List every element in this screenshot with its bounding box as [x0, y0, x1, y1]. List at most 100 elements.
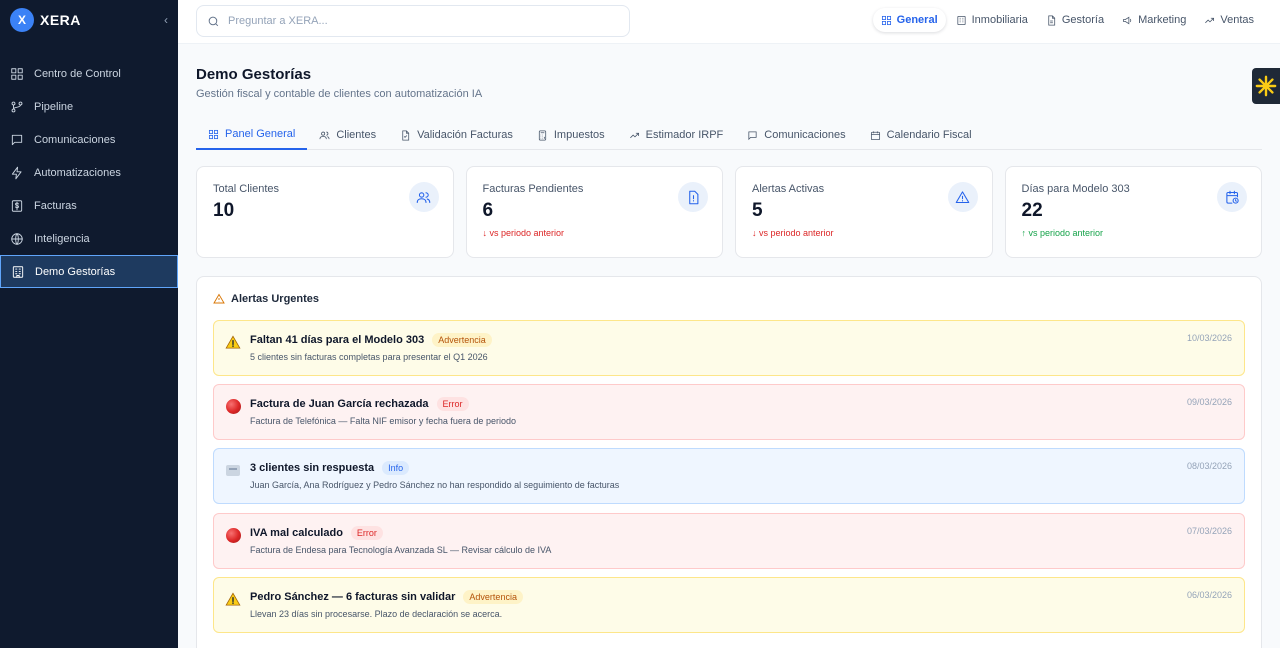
warning-sign-icon	[225, 591, 241, 607]
alert-item[interactable]: IVA mal calculado Error Factura de Endes…	[213, 513, 1245, 569]
tab-estimador-irpf[interactable]: Estimador IRPF	[617, 120, 736, 150]
alert-item[interactable]: Faltan 41 días para el Modelo 303 Advert…	[213, 320, 1245, 376]
tab-label: Impuestos	[553, 129, 605, 141]
alert-description: Juan García, Ana Rodríguez y Pedro Sánch…	[250, 480, 620, 490]
tab-label: Clientes	[336, 129, 377, 141]
file-icon	[1048, 15, 1055, 25]
sidebar: X XERA ‹ Centro de Control Pipeline Comu…	[0, 0, 178, 648]
stat-card-total-clientes: Total Clientes 10	[196, 166, 454, 258]
stats-row: Total Clientes 10 Facturas Pendientes 6 …	[196, 166, 1262, 258]
dollar-receipt-icon	[11, 199, 23, 212]
tab-label: Inmobiliaria	[971, 14, 1028, 26]
tab-label: Gestoría	[1061, 14, 1105, 26]
collapse-sidebar-icon[interactable]: ‹	[164, 13, 168, 27]
domain-tabs: General Inmobiliaria Gestoría Marketing …	[872, 8, 1262, 32]
sidebar-item-pipeline[interactable]: Pipeline	[0, 90, 178, 123]
sidebar-item-label: Comunicaciones	[34, 133, 116, 146]
stat-card-dias-modelo-303: Días para Modelo 303 22 ↑ vs periodo ant…	[1004, 166, 1262, 258]
tab-label: Ventas	[1220, 14, 1254, 26]
alert-badge: Info	[382, 461, 410, 475]
trending-up-icon	[1205, 17, 1215, 23]
alert-badge: Error	[350, 526, 383, 540]
trend-label: vs periodo anterior	[489, 228, 565, 238]
alert-badge: Error	[436, 397, 469, 411]
stat-trend: ↓ vs periodo anterior	[752, 228, 992, 238]
sidebar-item-label: Automatizaciones	[34, 166, 121, 179]
sidebar-item-demo-gestorias[interactable]: Demo Gestorías	[0, 255, 178, 288]
building-icon	[957, 15, 966, 25]
arrow-up-icon: ↑	[1021, 228, 1029, 238]
sidebar-item-automatizaciones[interactable]: Automatizaciones	[0, 156, 178, 189]
tab-impuestos[interactable]: Impuestos	[525, 120, 617, 150]
arrow-down-icon: ↓	[482, 228, 490, 238]
search-box[interactable]	[196, 5, 630, 37]
tab-validacion-facturas[interactable]: Validación Facturas	[388, 120, 525, 150]
tab-label: Estimador IRPF	[645, 129, 724, 141]
alerts-heading-label: Alertas Urgentes	[231, 293, 320, 305]
alert-item[interactable]: Factura de Juan García rechazada Error F…	[213, 384, 1245, 440]
sparkle-icon	[1255, 75, 1277, 97]
tab-label: Marketing	[1138, 14, 1187, 26]
brand: X XERA ‹	[10, 8, 168, 32]
calendar-icon	[870, 130, 880, 140]
calculator-icon	[538, 130, 546, 140]
sidebar-item-comunicaciones[interactable]: Comunicaciones	[0, 123, 178, 156]
grid-icon	[208, 129, 219, 139]
tab-ventas[interactable]: Ventas	[1196, 8, 1262, 32]
tab-label: Calendario Fiscal	[886, 129, 972, 141]
alert-title: 3 clientes sin respuesta	[250, 462, 375, 474]
sidebar-item-label: Demo Gestorías	[35, 265, 116, 278]
dashboard-icon	[11, 67, 23, 80]
tab-marketing[interactable]: Marketing	[1114, 8, 1194, 32]
alert-triangle-icon	[213, 293, 225, 304]
assistant-launcher[interactable]	[1252, 68, 1280, 104]
tab-gestoria[interactable]: Gestoría	[1038, 8, 1112, 32]
sidebar-item-label: Facturas	[34, 199, 77, 212]
app-logo[interactable]: X	[10, 8, 34, 32]
tab-panel-general[interactable]: Panel General	[196, 120, 308, 150]
arrow-down-icon: ↓	[752, 228, 760, 238]
tab-clientes[interactable]: Clientes	[307, 120, 388, 150]
sidebar-nav: Centro de Control Pipeline Comunicacione…	[0, 57, 178, 288]
sidebar-item-facturas[interactable]: Facturas	[0, 189, 178, 222]
trend-label: vs periodo anterior	[1028, 228, 1104, 238]
tab-label: Validación Facturas	[417, 129, 513, 141]
file-alert-icon	[678, 182, 708, 212]
message-square-icon	[748, 130, 757, 140]
tab-inmobiliaria[interactable]: Inmobiliaria	[948, 8, 1036, 32]
warning-sign-icon	[225, 334, 241, 350]
urgent-alerts-panel: Alertas Urgentes Faltan 41 días para el …	[196, 276, 1262, 648]
sidebar-item-centro-de-control[interactable]: Centro de Control	[0, 57, 178, 90]
alert-date: 06/03/2026	[1186, 590, 1232, 600]
alert-title: Pedro Sánchez — 6 facturas sin validar	[250, 591, 456, 603]
alert-description: Llevan 23 días sin procesarse. Plazo de …	[250, 609, 503, 619]
alert-badge: Advertencia	[463, 590, 523, 604]
alert-title: IVA mal calculado	[250, 527, 343, 539]
search-input[interactable]	[228, 15, 608, 27]
alert-date: 07/03/2026	[1186, 526, 1232, 536]
section-tabs: Panel General Clientes Validación Factur…	[196, 120, 1262, 150]
tab-general[interactable]: General	[872, 8, 946, 32]
alert-title: Factura de Juan García rechazada	[250, 398, 429, 410]
stat-card-facturas-pendientes: Facturas Pendientes 6 ↓ vs periodo anter…	[465, 166, 723, 258]
alert-item[interactable]: 3 clientes sin respuesta Info Juan Garcí…	[213, 448, 1245, 504]
alert-date: 08/03/2026	[1186, 461, 1232, 471]
stat-trend: ↓ vs periodo anterior	[483, 228, 723, 238]
sidebar-item-inteligencia[interactable]: Inteligencia	[0, 222, 178, 255]
file-check-icon	[402, 130, 410, 140]
alert-badge: Advertencia	[432, 333, 492, 347]
tab-comunicaciones[interactable]: Comunicaciones	[735, 120, 857, 150]
alert-description: Factura de Endesa para Tecnología Avanza…	[250, 545, 552, 555]
sidebar-item-label: Pipeline	[34, 100, 74, 113]
message-square-icon	[11, 134, 23, 145]
search-icon	[208, 16, 219, 26]
tab-label: Panel General	[225, 128, 296, 140]
trend-label: vs periodo anterior	[759, 228, 834, 238]
sidebar-item-label: Centro de Control	[34, 67, 121, 80]
alert-item[interactable]: Pedro Sánchez — 6 facturas sin validar A…	[213, 577, 1245, 633]
stat-trend: ↑ vs periodo anterior	[1022, 228, 1262, 238]
globe-icon	[11, 232, 23, 245]
mailbox-icon	[225, 462, 241, 478]
tab-calendario-fiscal[interactable]: Calendario Fiscal	[858, 120, 984, 150]
alert-date: 09/03/2026	[1186, 397, 1232, 407]
